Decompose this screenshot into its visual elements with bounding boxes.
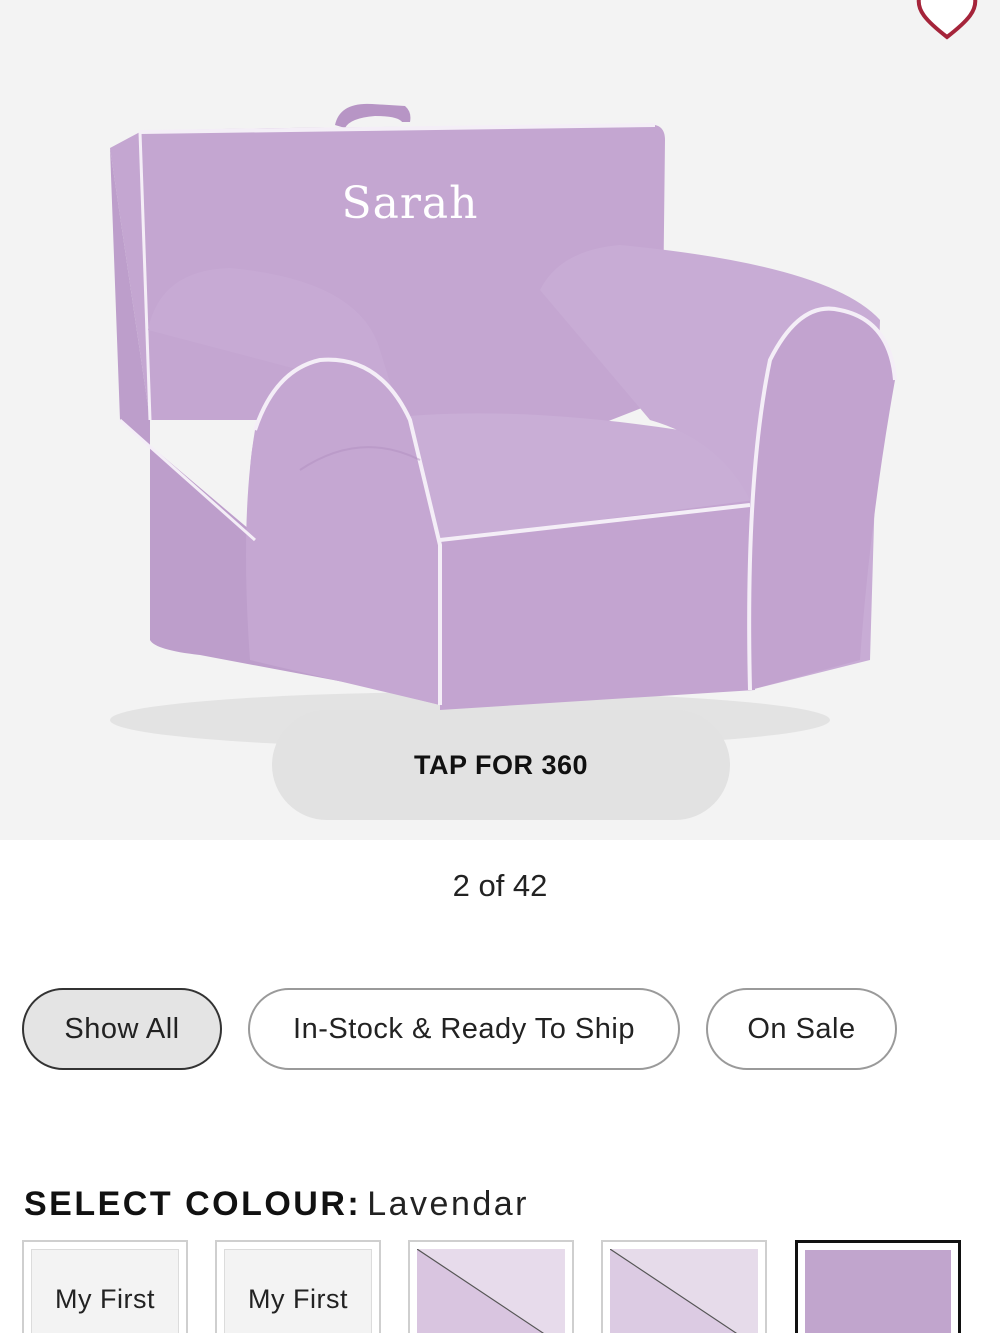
- embroidered-name: Sarah: [341, 178, 479, 229]
- filter-show-all[interactable]: Show All: [22, 988, 222, 1070]
- colour-swatch[interactable]: My First: [22, 1240, 188, 1333]
- colour-swatch[interactable]: [601, 1240, 767, 1333]
- colour-swatch-selected[interactable]: [795, 1240, 961, 1333]
- colour-swatch[interactable]: [408, 1240, 574, 1333]
- swatch-fill: [805, 1250, 951, 1333]
- swatch-fill: [610, 1249, 758, 1333]
- product-image-gallery[interactable]: Sarah TAP FOR 360: [0, 0, 1000, 840]
- colour-swatch[interactable]: My First: [215, 1240, 381, 1333]
- heart-icon[interactable]: [905, 0, 989, 42]
- select-colour-heading: SELECT COLOUR: Lavendar: [24, 1185, 529, 1224]
- filter-on-sale[interactable]: On Sale: [706, 988, 897, 1070]
- swatch-fill: [417, 1249, 565, 1333]
- selected-colour-value: Lavendar: [367, 1185, 529, 1223]
- swatch-label: My First: [55, 1284, 155, 1314]
- select-colour-label: SELECT COLOUR:: [24, 1185, 362, 1223]
- tap-for-360-button[interactable]: TAP FOR 360: [272, 710, 730, 820]
- swatch-label: My First: [248, 1284, 348, 1314]
- filter-in-stock[interactable]: In-Stock & Ready To Ship: [248, 988, 680, 1070]
- image-counter: 2 of 42: [452, 868, 548, 903]
